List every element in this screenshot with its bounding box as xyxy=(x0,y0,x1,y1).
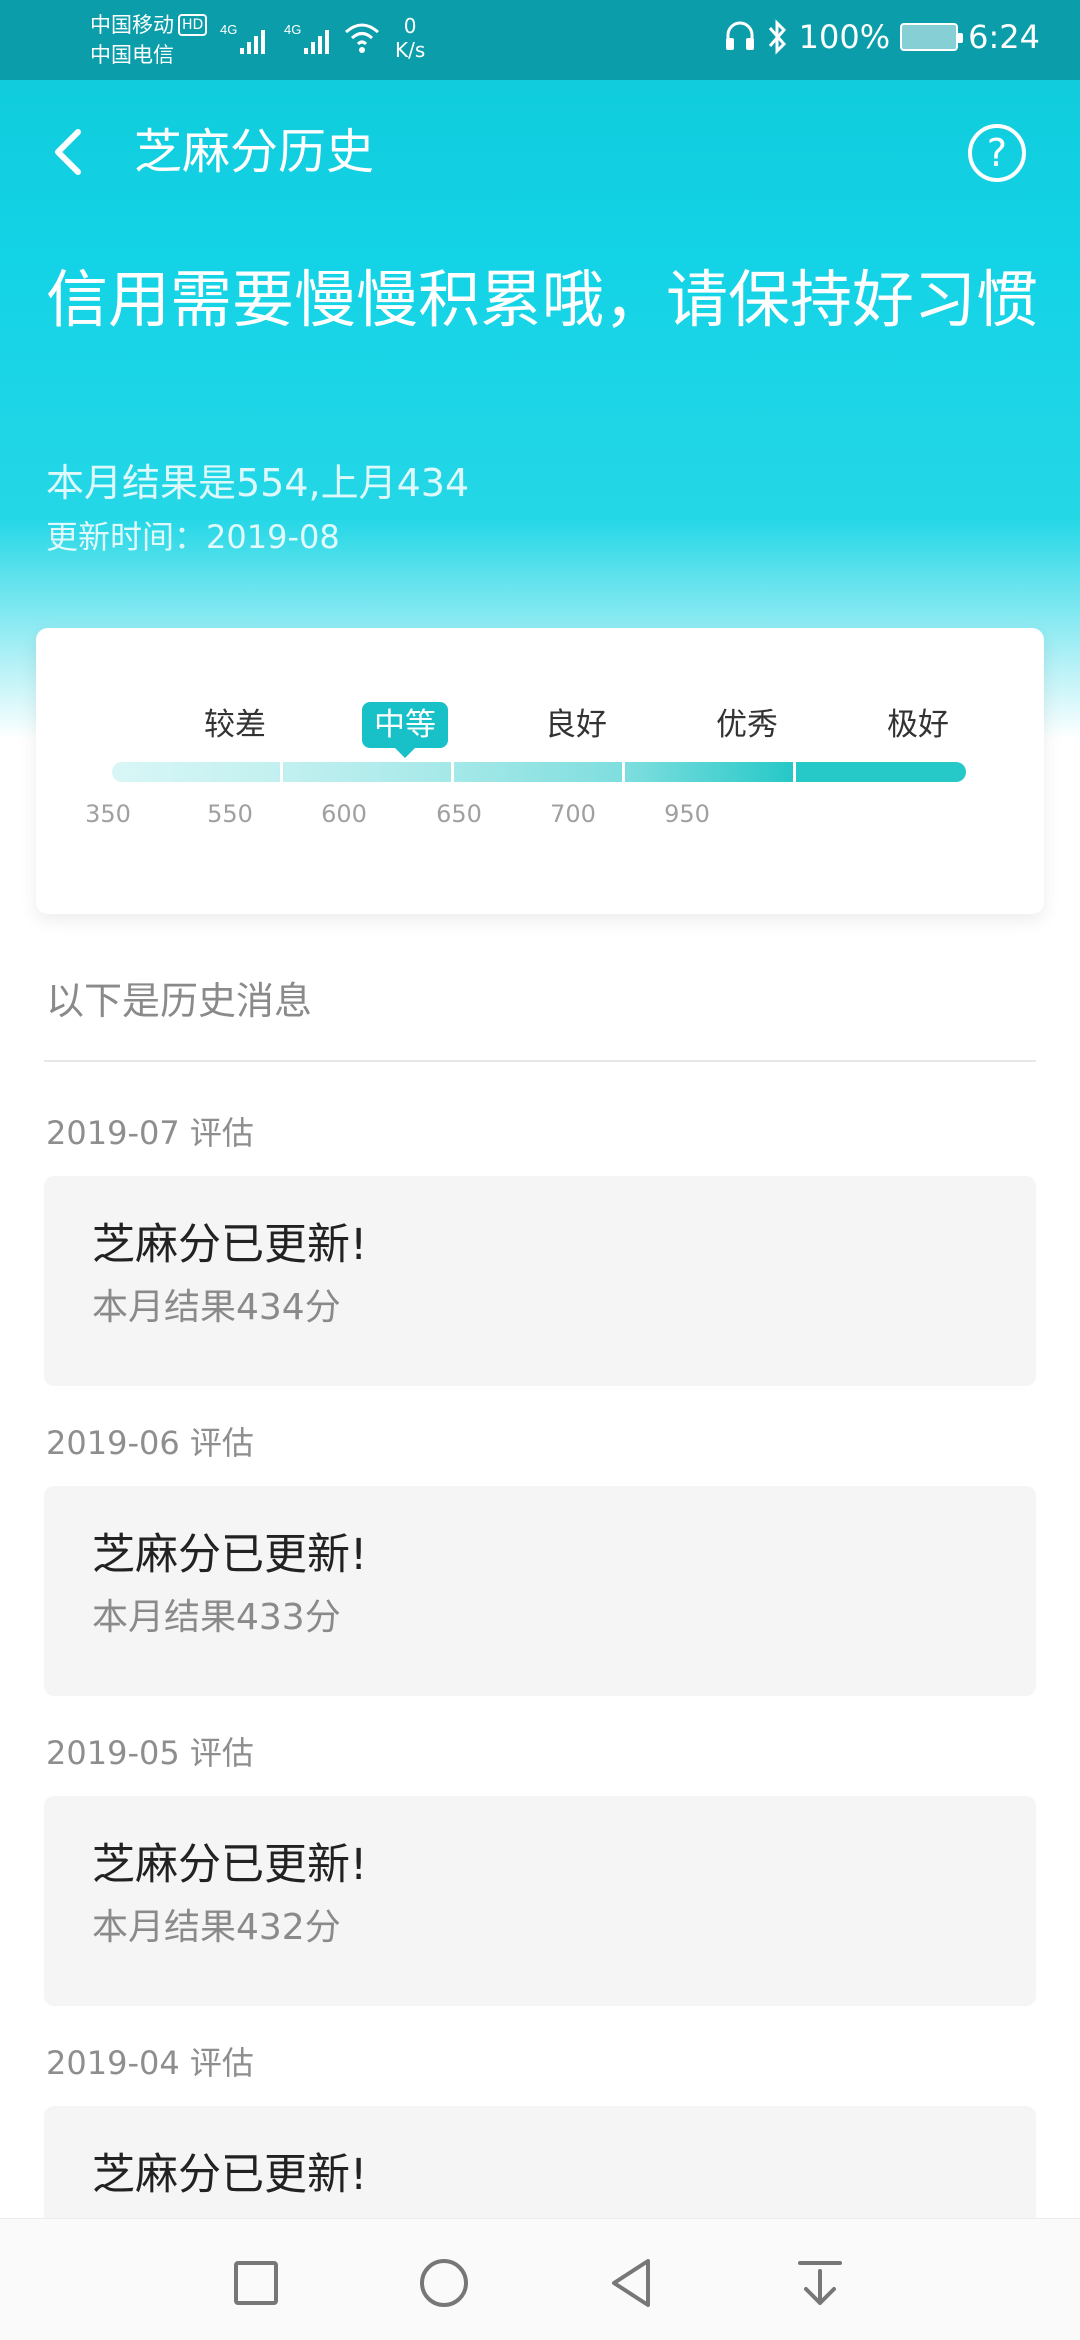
entry-title: 芝麻分已更新! xyxy=(92,1220,368,1270)
carrier-info: 中国移动 HD 中国电信 xyxy=(90,10,208,70)
level-label: 良好 xyxy=(545,707,607,743)
entry-date: 2019-07 评估 xyxy=(46,1114,254,1152)
speed-value: 0 xyxy=(403,14,417,38)
top-bar: 芝麻分历史 ? xyxy=(0,100,1080,204)
history-entry: 2019-07 评估芝麻分已更新! 本月结果434分 xyxy=(44,1100,1036,1386)
circle-icon[interactable] xyxy=(414,2253,474,2313)
net-type-2: 4G xyxy=(284,22,301,37)
square-icon[interactable] xyxy=(226,2253,286,2313)
level-segment xyxy=(625,762,796,782)
history-list: 2019-07 评估 芝麻分已更新! 本月结果434分 2019-06 评估 芝麻分已更… xyxy=(44,1100,1036,2340)
battery-percent: 100% xyxy=(798,18,891,56)
level-tick: 550 xyxy=(207,800,253,828)
headline: 信用需要慢慢积累哦，请保持好习惯 xyxy=(46,263,1039,336)
entry-card[interactable]: 芝麻分已更新! 本月结果433分 xyxy=(44,1486,1036,1696)
history-heading: 以下是历史消息 xyxy=(46,979,313,1023)
credit-level-card: 较差 中等 良好 优秀 极好 350 550 600 650 700 950 xyxy=(36,628,1044,914)
entry-card[interactable]: 芝麻分已更新! 本月结果432分 xyxy=(44,1796,1036,2006)
signal-icon-2: 4G xyxy=(284,22,329,54)
level-segment xyxy=(796,762,966,782)
hd-badge: HD xyxy=(178,14,208,36)
carrier-1: 中国移动 xyxy=(90,13,174,37)
level-tick: 600 xyxy=(321,800,367,828)
entry-title: 芝麻分已更新! xyxy=(92,2150,368,2200)
pulldown-icon[interactable] xyxy=(790,2253,850,2313)
level-tick: 950 xyxy=(664,800,710,828)
speed-unit: K/s xyxy=(395,38,426,62)
level-label: 极好 xyxy=(887,707,949,743)
system-nav-bar xyxy=(0,2218,1080,2340)
page-title: 芝麻分历史 xyxy=(134,124,375,180)
help-icon[interactable]: ? xyxy=(968,124,1026,182)
level-segment xyxy=(454,762,625,782)
carrier-2: 中国电信 xyxy=(90,43,174,67)
back-triangle-icon[interactable] xyxy=(602,2253,662,2313)
network-speed: 0 K/s xyxy=(395,14,425,62)
wifi-icon xyxy=(345,23,379,53)
battery-icon xyxy=(900,23,964,51)
update-time: 更新时间：2019-08 xyxy=(46,518,340,556)
level-tick: 350 xyxy=(85,800,131,828)
score-summary: 本月结果是554,上月434 xyxy=(46,461,470,505)
entry-title: 芝麻分已更新! xyxy=(92,1840,368,1890)
entry-date: 2019-06 评估 xyxy=(46,1424,254,1462)
level-label: 中等 xyxy=(362,702,448,758)
entry-date: 2019-05 评估 xyxy=(46,1734,254,1772)
headset-icon xyxy=(725,21,754,50)
level-label: 较差 xyxy=(204,707,266,743)
level-tick: 700 xyxy=(550,800,596,828)
signal-icon-1: 4G xyxy=(220,22,265,54)
level-tick: 650 xyxy=(436,800,482,828)
net-type-1: 4G xyxy=(220,22,237,37)
entry-title: 芝麻分已更新! xyxy=(92,1530,368,1580)
entry-body: 本月结果432分 xyxy=(92,1907,341,1948)
history-entry: 2019-06 评估芝麻分已更新! 本月结果433分 xyxy=(44,1410,1036,1696)
level-segment xyxy=(112,762,283,782)
entry-date: 2019-04 评估 xyxy=(46,2044,254,2082)
bluetooth-icon xyxy=(768,19,786,55)
entry-body: 本月结果434分 xyxy=(92,1287,341,1328)
level-bar xyxy=(112,762,966,782)
entry-body: 本月结果433分 xyxy=(92,1597,341,1638)
back-arrow-icon[interactable] xyxy=(40,122,100,182)
level-segment xyxy=(283,762,454,782)
status-bar: 中国移动 HD 中国电信 4G 4G 0 K/s 100% 6:24 xyxy=(0,0,1080,80)
level-label: 优秀 xyxy=(716,707,778,743)
clock: 6:24 xyxy=(968,18,1040,56)
level-labels: 较差 中等 良好 优秀 极好 xyxy=(36,702,1044,758)
level-ticks: 350 550 600 650 700 950 xyxy=(36,800,1044,830)
status-right: 100% 6:24 xyxy=(723,18,1040,56)
history-entry: 2019-05 评估芝麻分已更新! 本月结果432分 xyxy=(44,1720,1036,2006)
divider xyxy=(44,1060,1036,1062)
entry-card[interactable]: 芝麻分已更新! 本月结果434分 xyxy=(44,1176,1036,1386)
